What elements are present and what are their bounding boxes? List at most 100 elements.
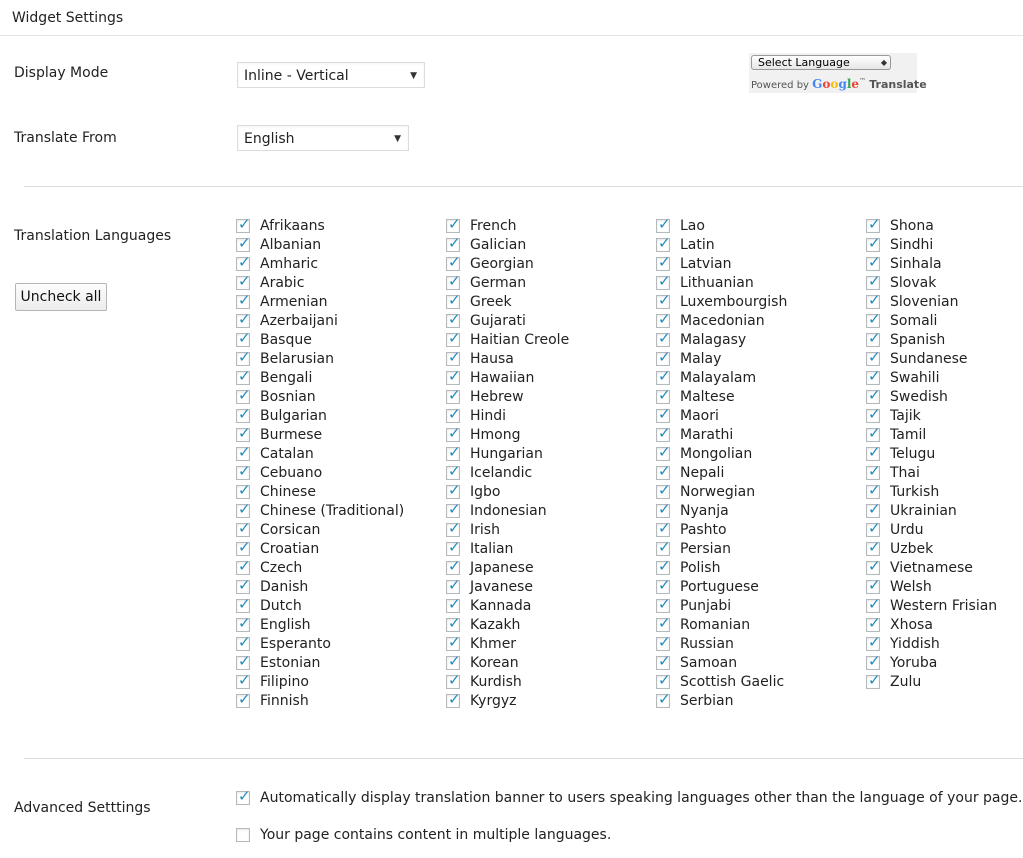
checkbox[interactable]: ✓ — [656, 367, 671, 385]
checkbox[interactable]: ✓ — [656, 462, 671, 480]
checkbox[interactable]: ✓ — [236, 481, 251, 499]
checkbox[interactable]: ✓ — [866, 481, 881, 499]
checkbox[interactable]: ✓ — [446, 690, 461, 708]
checkbox[interactable]: ✓ — [866, 405, 881, 423]
checkbox[interactable]: ✓ — [656, 443, 671, 461]
checkbox[interactable]: ✓ — [656, 253, 671, 271]
checkbox[interactable]: ✓ — [866, 443, 881, 461]
checkbox[interactable]: ✓ — [446, 614, 461, 632]
checkbox[interactable]: ✓ — [866, 215, 881, 233]
checkbox[interactable]: ✓ — [236, 253, 251, 271]
checkbox[interactable]: ✓ — [866, 329, 881, 347]
checkbox[interactable]: ✓ — [446, 519, 461, 537]
checkbox[interactable]: ✓ — [446, 253, 461, 271]
checkbox[interactable]: ✓ — [446, 424, 461, 442]
checkbox[interactable]: ✓ — [446, 557, 461, 575]
checkbox[interactable]: ✓ — [656, 291, 671, 309]
checkbox[interactable]: ✓ — [866, 671, 881, 689]
checkbox[interactable]: ✓ — [866, 652, 881, 670]
checkbox[interactable]: ✓ — [656, 348, 671, 366]
display-mode-select[interactable]: Inline - Vertical ▼ — [237, 62, 425, 88]
checkbox[interactable]: ✓ — [236, 614, 251, 632]
checkbox[interactable]: ✓ — [866, 367, 881, 385]
checkbox[interactable]: ✓ — [866, 500, 881, 518]
checkbox[interactable]: ✓ — [446, 367, 461, 385]
checkbox[interactable]: ✓ — [236, 633, 251, 651]
checkbox[interactable]: ✓ — [236, 405, 251, 423]
checkbox[interactable]: ✓ — [446, 234, 461, 252]
checkbox[interactable]: ✓ — [656, 500, 671, 518]
checkbox[interactable]: ✓ — [656, 215, 671, 233]
checkbox[interactable]: ✓ — [236, 595, 251, 613]
checkbox[interactable]: ✓ — [446, 405, 461, 423]
checkbox[interactable]: ✓ — [236, 671, 251, 689]
checkbox[interactable]: ✓ — [236, 652, 251, 670]
checkbox[interactable]: ✓ — [446, 576, 461, 594]
checkbox[interactable]: ✓ — [866, 291, 881, 309]
checkbox[interactable]: ✓ — [446, 500, 461, 518]
checkbox[interactable]: ✓ — [656, 386, 671, 404]
checkbox[interactable]: ✓ — [866, 462, 881, 480]
checkbox[interactable]: ✓ — [236, 272, 251, 290]
checkbox[interactable]: ✓ — [656, 671, 671, 689]
checkbox[interactable]: ✓ — [236, 690, 251, 708]
checkbox[interactable]: ✓ — [866, 424, 881, 442]
checkbox[interactable]: ✓ — [236, 215, 251, 233]
checkbox[interactable]: ✓ — [866, 595, 881, 613]
checkbox[interactable]: ✓ — [236, 787, 251, 805]
checkbox[interactable]: ✓ — [236, 557, 251, 575]
checkbox[interactable]: ✓ — [446, 595, 461, 613]
checkbox[interactable]: ✓ — [656, 234, 671, 252]
checkbox[interactable]: ✓ — [446, 348, 461, 366]
checkbox[interactable]: ✓ — [866, 234, 881, 252]
checkbox[interactable]: ✓ — [236, 576, 251, 594]
checkbox[interactable]: ✓ — [656, 652, 671, 670]
checkbox[interactable]: ✓ — [446, 386, 461, 404]
checkbox[interactable]: ✓ — [866, 386, 881, 404]
checkbox[interactable]: ✓ — [446, 215, 461, 233]
checkbox[interactable]: ✓ — [866, 614, 881, 632]
checkbox[interactable]: ✓ — [446, 329, 461, 347]
checkbox[interactable]: ✓ — [866, 633, 881, 651]
checkbox[interactable]: ✓ — [236, 538, 251, 556]
checkbox[interactable]: ✓ — [866, 538, 881, 556]
checkbox[interactable]: ✓ — [866, 348, 881, 366]
checkbox[interactable]: ✓ — [656, 481, 671, 499]
checkbox[interactable]: ✓ — [866, 253, 881, 271]
checkbox[interactable]: ✓ — [656, 405, 671, 423]
checkbox[interactable]: ✓ — [866, 557, 881, 575]
checkbox[interactable]: ✓ — [236, 348, 251, 366]
checkbox[interactable]: ✓ — [866, 310, 881, 328]
checkbox[interactable]: ✓ — [656, 329, 671, 347]
checkbox[interactable]: ✓ — [446, 538, 461, 556]
checkbox[interactable]: ✓ — [656, 633, 671, 651]
checkbox[interactable]: ✓ — [866, 576, 881, 594]
checkbox[interactable]: ✓ — [446, 272, 461, 290]
checkbox[interactable]: ✓ — [656, 272, 671, 290]
checkbox[interactable]: ✓ — [236, 462, 251, 480]
checkbox[interactable]: ✓ — [236, 329, 251, 347]
checkbox[interactable]: ✓ — [236, 386, 251, 404]
checkbox[interactable]: ✓ — [656, 595, 671, 613]
checkbox[interactable]: ✓ — [446, 443, 461, 461]
checkbox[interactable]: ✓ — [656, 538, 671, 556]
checkbox[interactable]: ✓ — [446, 481, 461, 499]
checkbox[interactable]: ✓ — [656, 557, 671, 575]
checkbox[interactable]: ✓ — [656, 424, 671, 442]
checkbox[interactable]: ✓ — [446, 462, 461, 480]
checkbox[interactable]: ✓ — [866, 519, 881, 537]
checkbox[interactable]: ✓ — [656, 690, 671, 708]
checkbox[interactable]: ✓ — [236, 367, 251, 385]
checkbox[interactable]: ✓ — [656, 310, 671, 328]
checkbox[interactable]: ✓ — [446, 291, 461, 309]
checkbox[interactable]: ✓ — [446, 652, 461, 670]
checkbox[interactable]: ✓ — [236, 310, 251, 328]
checkbox[interactable]: ✓ — [446, 671, 461, 689]
checkbox[interactable]: ✓ — [656, 614, 671, 632]
checkbox[interactable]: ✓ — [866, 272, 881, 290]
checkbox[interactable]: ✓ — [236, 424, 251, 442]
checkbox[interactable]: ✓ — [236, 519, 251, 537]
checkbox[interactable]: ✓ — [236, 291, 251, 309]
translate-link[interactable]: Translate — [869, 78, 926, 91]
checkbox[interactable]: ✓ — [236, 443, 251, 461]
